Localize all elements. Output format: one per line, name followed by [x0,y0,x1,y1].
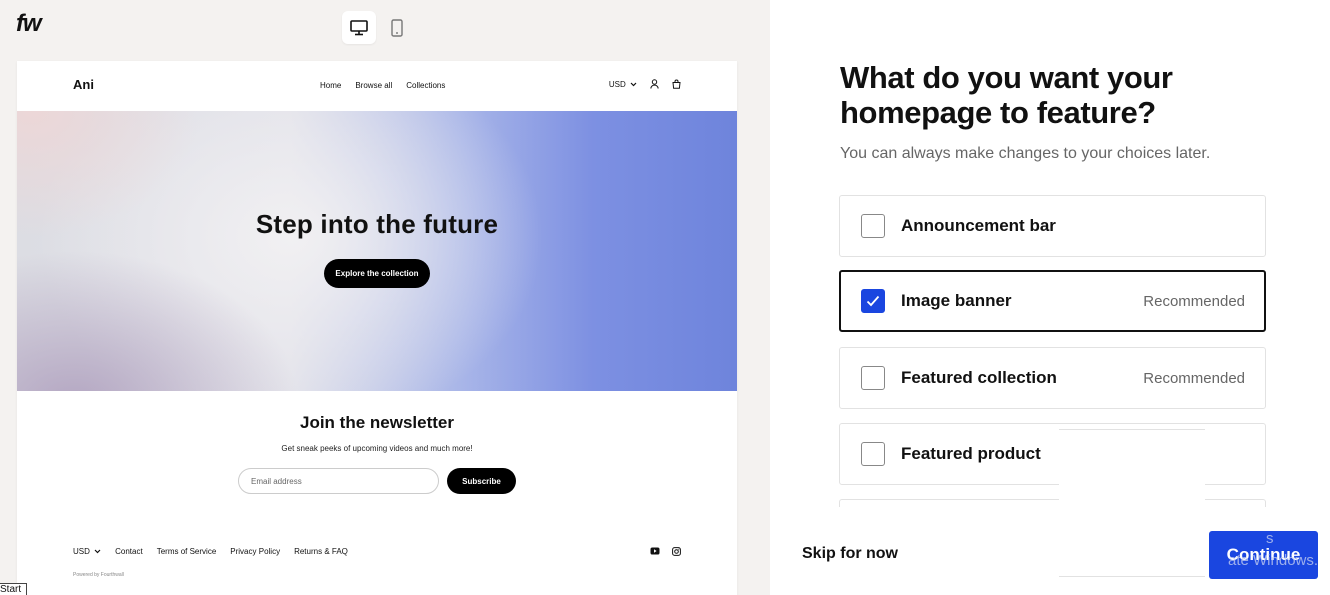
youtube-icon[interactable] [650,547,660,555]
store-header-actions: USD [609,79,681,89]
hero-banner: Step into the future Explore the collect… [17,111,737,391]
footer-links: USD Contact Terms of Service Privacy Pol… [73,547,348,556]
page-subtitle: You can always make changes to your choi… [840,145,1211,162]
option-label: Featured product [901,444,1041,463]
currency-selector[interactable]: USD [609,80,637,89]
instagram-icon[interactable] [672,547,681,556]
subscribe-button[interactable]: Subscribe [447,468,516,494]
footer-currency-selector[interactable]: USD [73,547,101,556]
option-announcement-bar[interactable]: Announcement bar [839,195,1266,257]
footer-social [650,547,681,556]
store-name[interactable]: Ani [73,77,94,92]
currency-label: USD [608,79,626,89]
cart-bag-icon[interactable] [672,79,681,89]
footer-link-privacy[interactable]: Privacy Policy [230,547,280,556]
option-checkbox[interactable] [861,289,885,313]
footer-currency-label: USD [73,547,90,556]
option-checkbox[interactable] [861,442,885,466]
desktop-view-button[interactable] [342,11,376,44]
recommended-tag: Recommended [1143,370,1245,387]
hero-title: Step into the future [255,209,499,239]
fw-logo[interactable]: fw [16,10,42,38]
desktop-monitor-icon [350,19,368,35]
recommended-tag: Recommended [1143,293,1245,310]
mobile-view-button[interactable] [380,11,414,44]
explore-collection-button[interactable]: Explore the collection [324,259,430,288]
continue-button[interactable]: Continue [1209,531,1318,579]
store-preview-pane: fw Ani Home Browse all Collections USD S… [0,0,770,595]
nav-collections[interactable]: Collections [406,81,445,90]
newsletter-subtitle: Get sneak peeks of upcoming videos and m… [281,444,473,453]
start-label: Start [0,583,27,595]
nav-home[interactable]: Home [320,81,341,90]
powered-by[interactable]: Powered by Fourthwall [73,572,124,578]
device-toggle [342,11,414,44]
footer-link-contact[interactable]: Contact [115,547,143,556]
chevron-down-icon [630,82,637,87]
skip-button[interactable]: Skip for now [802,545,898,563]
chevron-down-icon [94,549,101,554]
footer-link-terms[interactable]: Terms of Service [157,547,217,556]
store-nav: Home Browse all Collections [320,81,445,90]
page-title: What do you want your homepage to featur… [840,60,1173,130]
footer-link-returns[interactable]: Returns & FAQ [294,547,348,556]
option-featured-collection[interactable]: Featured collection Recommended [839,347,1266,409]
option-label: Announcement bar [901,216,1056,235]
store-preview: Ani Home Browse all Collections USD Step… [17,61,737,595]
checkmark-icon [866,295,880,307]
option-label: Featured collection [901,368,1057,387]
store-header: Ani Home Browse all Collections USD [17,61,737,111]
option-checkbox[interactable] [861,214,885,238]
newsletter-title: Join the newsletter [300,413,454,432]
mobile-phone-icon [391,18,403,37]
blank-overlay [1059,429,1205,577]
onboarding-pane: What do you want your homepage to featur… [770,0,1330,595]
nav-browse-all[interactable]: Browse all [355,81,392,90]
account-icon[interactable] [650,79,659,89]
option-image-banner[interactable]: Image banner Recommended [839,270,1266,332]
email-input[interactable] [238,468,439,494]
option-checkbox[interactable] [861,366,885,390]
option-label: Image banner [901,291,1012,310]
